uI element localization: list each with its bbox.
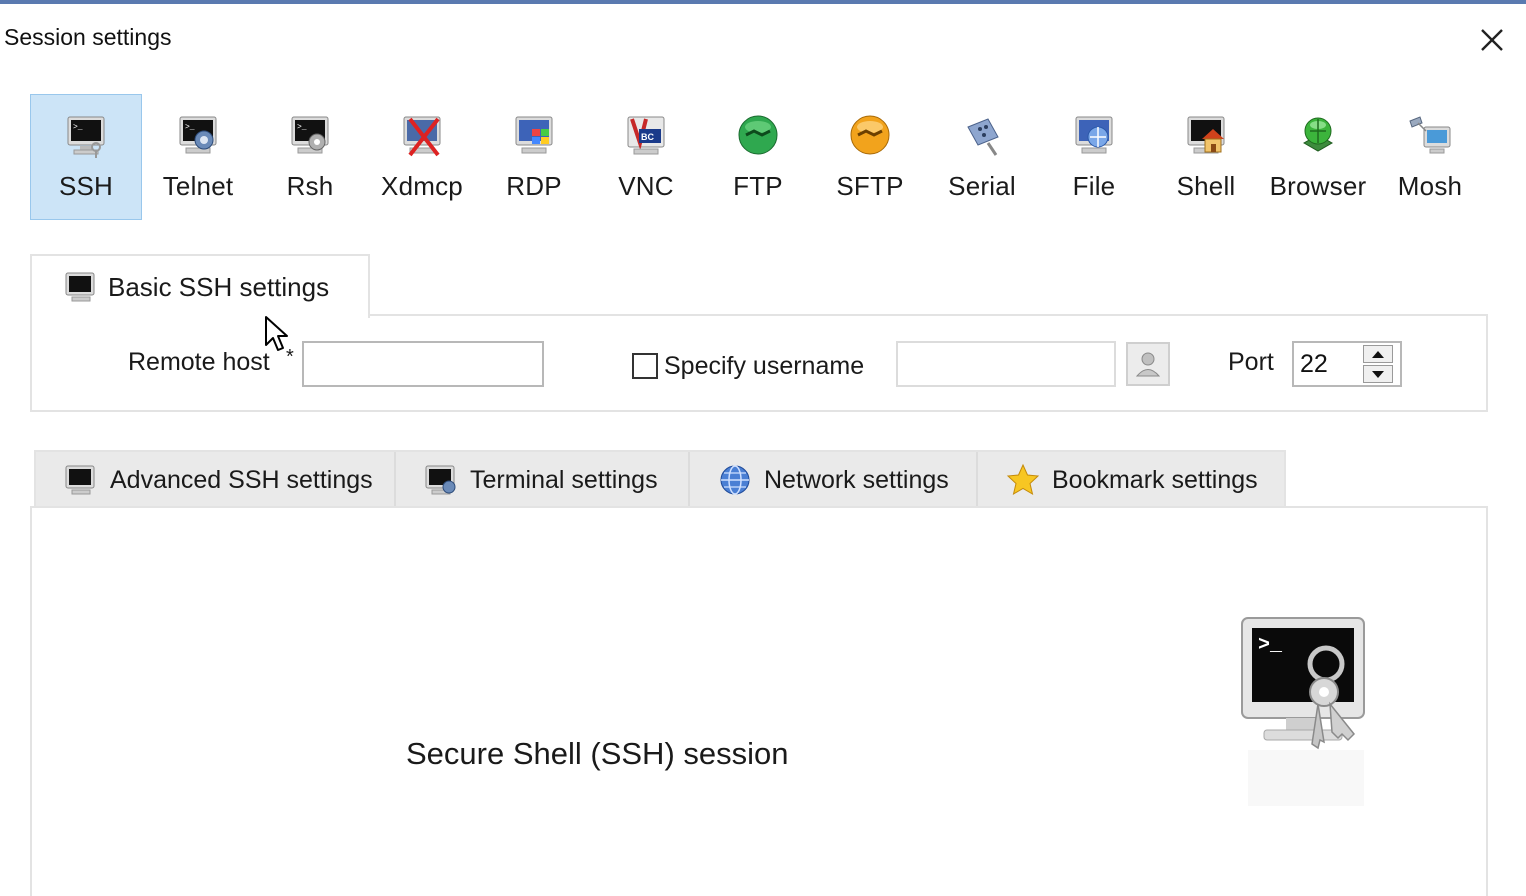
session-description: Secure Shell (SSH) session (406, 736, 789, 771)
session-type-label: RDP (506, 171, 562, 201)
session-type-shell[interactable]: Shell (1150, 94, 1262, 220)
session-type-label: VNC (618, 171, 674, 201)
terminal-icon (65, 272, 95, 302)
chevron-down-icon (1372, 370, 1384, 378)
session-type-browser[interactable]: Browser (1262, 94, 1374, 220)
session-type-ssh[interactable]: >_ SSH (30, 94, 142, 220)
title-bar: Session settings (0, 8, 1526, 64)
svg-text:>_: >_ (297, 123, 307, 132)
file-globe-icon (1075, 116, 1113, 154)
rsh-terminal-icon: >_ (291, 116, 329, 154)
session-type-label: Xdmcp (381, 171, 463, 201)
session-type-xdmcp[interactable]: Xdmcp (366, 94, 478, 220)
session-type-label: Telnet (162, 171, 234, 201)
svg-text:BC: BC (641, 132, 654, 142)
globe-icon (720, 465, 750, 495)
mouse-cursor-icon (265, 316, 288, 351)
session-type-label: SFTP (836, 171, 904, 201)
sftp-globe-icon (850, 115, 890, 155)
tab-label: Terminal settings (470, 465, 658, 494)
close-button[interactable] (1466, 18, 1518, 62)
specify-username-label[interactable]: Specify username (664, 352, 864, 381)
remote-host-label: Remote host (128, 348, 270, 376)
session-type-rdp[interactable]: RDP (478, 94, 590, 220)
tab-label: Bookmark settings (1052, 465, 1258, 494)
browser-globe-icon (1302, 117, 1334, 152)
chevron-up-icon (1372, 350, 1384, 358)
username-input[interactable] (896, 341, 1116, 387)
ssh-terminal-icon: >_ (67, 116, 105, 158)
session-type-label: Shell (1176, 171, 1236, 201)
user-icon (1135, 352, 1161, 377)
port-increment-button[interactable] (1363, 345, 1393, 363)
svg-text:>_: >_ (185, 123, 195, 132)
mosh-satellite-icon (1409, 116, 1451, 154)
close-icon (1481, 29, 1503, 51)
basic-settings-panel: Remote host * Specify username Port (30, 314, 1488, 412)
tab-label: Network settings (764, 465, 949, 494)
specify-username-checkbox[interactable] (632, 353, 658, 379)
session-type-label: File (1072, 171, 1116, 201)
rdp-icon (515, 116, 553, 154)
session-type-label: Browser (1269, 171, 1367, 201)
vnc-icon: BC (627, 116, 665, 155)
session-type-label: SSH (58, 171, 114, 201)
session-type-serial[interactable]: Serial (926, 94, 1038, 220)
settings-tab-bar: Advanced SSH settings Terminal settings … (34, 450, 1286, 508)
tab-advanced-ssh-settings[interactable]: Advanced SSH settings (36, 452, 396, 508)
ssh-session-icon: >_ (1241, 617, 1365, 806)
star-icon (1006, 463, 1040, 496)
svg-text:>_: >_ (1258, 634, 1283, 657)
tab-label: Advanced SSH settings (110, 465, 373, 494)
xdmcp-icon (403, 116, 441, 157)
session-type-telnet[interactable]: >_ Telnet (142, 94, 254, 220)
session-type-sftp[interactable]: SFTP (814, 94, 926, 220)
terminal-settings-icon (425, 465, 456, 495)
port-decrement-button[interactable] (1363, 365, 1393, 383)
user-credentials-button[interactable] (1126, 342, 1170, 386)
tab-terminal-settings[interactable]: Terminal settings (396, 452, 690, 508)
port-label: Port (1228, 348, 1274, 376)
advanced-settings-panel: Secure Shell (SSH) session >_ (30, 506, 1488, 896)
tab-bookmark-settings[interactable]: Bookmark settings (978, 452, 1288, 508)
svg-text:>_: >_ (73, 123, 83, 132)
tab-basic-ssh-settings[interactable]: Basic SSH settings (30, 254, 370, 318)
session-type-label: FTP (733, 171, 783, 201)
session-type-file[interactable]: File (1038, 94, 1150, 220)
telnet-terminal-icon: >_ (179, 116, 217, 154)
session-type-label: Rsh (286, 171, 334, 201)
session-settings-window: Session settings >_ SSH >_ Telnet >_ Rsh… (0, 0, 1526, 896)
session-type-label: Mosh (1397, 171, 1463, 201)
remote-host-input[interactable] (302, 341, 544, 387)
session-type-label: Serial (948, 171, 1016, 201)
window-title: Session settings (4, 24, 172, 50)
terminal-icon (65, 465, 95, 495)
serial-plug-icon (967, 118, 999, 156)
session-type-ftp[interactable]: FTP (702, 94, 814, 220)
tab-label: Basic SSH settings (108, 272, 330, 302)
ftp-globe-icon (738, 115, 778, 155)
tab-network-settings[interactable]: Network settings (690, 452, 978, 508)
session-type-rsh[interactable]: >_ Rsh (254, 94, 366, 220)
session-type-mosh[interactable]: Mosh (1374, 94, 1486, 220)
shell-house-icon (1187, 116, 1225, 154)
port-spinner (1358, 343, 1398, 385)
session-type-vnc[interactable]: BC VNC (590, 94, 702, 220)
